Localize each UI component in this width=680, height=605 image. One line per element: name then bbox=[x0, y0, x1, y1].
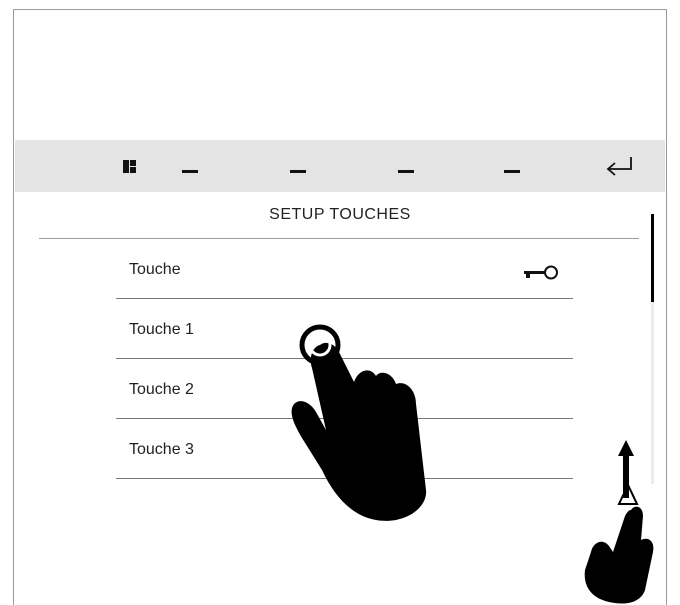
toolbar bbox=[15, 140, 665, 192]
list-item-label: Touche 2 bbox=[129, 381, 194, 398]
hand-scroll-icon bbox=[584, 440, 654, 604]
dash-3-icon bbox=[398, 170, 414, 173]
key-icon bbox=[524, 265, 558, 280]
menu-grid-icon bbox=[123, 160, 136, 173]
return-arrow-icon bbox=[606, 157, 632, 176]
back-button[interactable] bbox=[575, 140, 665, 192]
softkey-2-button[interactable] bbox=[273, 140, 323, 192]
dash-4-icon bbox=[504, 170, 520, 173]
list-item-touche[interactable]: Touche bbox=[116, 239, 573, 299]
softkey-4-button[interactable] bbox=[487, 140, 537, 192]
list-item-label: Touche 1 bbox=[129, 321, 194, 338]
page-title: SETUP TOUCHES bbox=[269, 206, 411, 223]
softkey-1-button[interactable] bbox=[165, 140, 215, 192]
hand-tap-icon bbox=[291, 324, 427, 521]
dash-1-icon bbox=[182, 170, 198, 173]
softkey-3-button[interactable] bbox=[381, 140, 431, 192]
menu-button[interactable] bbox=[55, 140, 136, 192]
scrollbar-thumb[interactable] bbox=[651, 214, 654, 302]
list-item-label: Touche bbox=[129, 261, 181, 278]
list-item-label: Touche 3 bbox=[129, 441, 194, 458]
dash-2-icon bbox=[290, 170, 306, 173]
device-screen: SETUP TOUCHES Touche Touche 1 Touche 2 T… bbox=[13, 9, 667, 605]
